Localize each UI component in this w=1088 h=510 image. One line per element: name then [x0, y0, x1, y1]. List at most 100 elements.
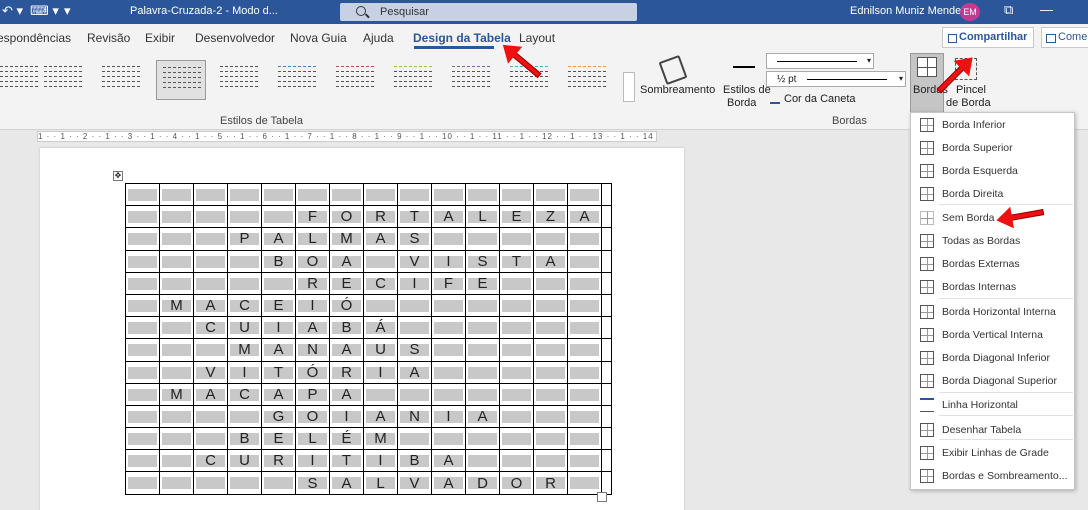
table-cell[interactable] — [567, 271, 602, 295]
table-cell[interactable]: R — [295, 271, 330, 295]
table-cell[interactable] — [159, 360, 194, 384]
table-cell[interactable] — [227, 249, 262, 273]
table-cell[interactable]: A — [193, 382, 228, 406]
table-cell[interactable] — [363, 293, 398, 318]
borders-menu-item[interactable]: Bordas Externas — [911, 253, 1074, 275]
table-cell[interactable]: A — [533, 249, 568, 273]
table-cell-end[interactable] — [601, 249, 612, 273]
table-cell[interactable]: I — [295, 293, 330, 318]
table-cell[interactable] — [193, 205, 228, 229]
table-cell[interactable]: R — [363, 205, 398, 229]
table-cell[interactable] — [533, 293, 568, 318]
table-cell[interactable]: C — [193, 316, 228, 340]
table-cell[interactable] — [363, 382, 398, 406]
borders-menu-item[interactable]: Borda Horizontal Interna — [911, 301, 1074, 323]
table-cell[interactable] — [567, 227, 602, 251]
table-cell[interactable]: I — [363, 449, 398, 473]
borders-menu-item[interactable]: Borda Direita — [911, 183, 1074, 205]
table-cell[interactable]: N — [397, 404, 432, 429]
table-cell[interactable] — [431, 382, 466, 406]
comments-button[interactable]: Come — [1041, 27, 1088, 48]
table-cell[interactable] — [431, 293, 466, 318]
share-button[interactable]: Compartilhar — [942, 27, 1034, 48]
table-cell[interactable]: I — [227, 360, 262, 384]
borders-menu-item[interactable]: Exibir Linhas de Grade — [911, 442, 1074, 464]
table-cell[interactable]: Á — [363, 316, 398, 340]
table-cell[interactable] — [125, 427, 160, 451]
table-cell[interactable]: M — [363, 427, 398, 451]
minimize-icon[interactable]: — — [1040, 2, 1053, 17]
table-cell[interactable] — [567, 249, 602, 273]
table-cell[interactable] — [125, 271, 160, 295]
table-cell[interactable]: A — [329, 382, 364, 406]
table-cell[interactable] — [397, 182, 432, 207]
table-cell[interactable] — [295, 182, 330, 207]
table-cell[interactable]: S — [465, 249, 500, 273]
table-cell[interactable]: É — [329, 427, 364, 451]
table-cell[interactable]: Z — [533, 205, 568, 229]
table-cell[interactable]: A — [329, 249, 364, 273]
table-cell[interactable] — [499, 182, 534, 207]
table-cell[interactable] — [159, 427, 194, 451]
borders-menu-item[interactable]: Borda Superior — [911, 137, 1074, 159]
table-style-thumb[interactable] — [562, 60, 612, 100]
table-move-handle-icon[interactable]: ✥ — [113, 171, 123, 181]
table-style-thumb[interactable] — [330, 60, 380, 100]
table-cell[interactable] — [193, 249, 228, 273]
table-style-thumb[interactable] — [96, 60, 146, 100]
table-cell[interactable]: N — [295, 338, 330, 362]
table-cell[interactable] — [125, 293, 160, 318]
table-cell[interactable]: R — [533, 471, 568, 495]
table-cell[interactable] — [533, 427, 568, 451]
table-cell[interactable] — [397, 382, 432, 406]
table-cell[interactable]: E — [465, 271, 500, 295]
table-cell[interactable] — [159, 404, 194, 429]
table-cell[interactable]: A — [261, 227, 296, 251]
touch-mode-button[interactable]: ⌨ ▾ — [30, 3, 59, 19]
tab-correspondencias[interactable]: espondências — [0, 31, 71, 45]
tab-design-da-tabela[interactable]: Design da Tabela — [413, 31, 511, 45]
table-cell[interactable]: A — [193, 293, 228, 318]
table-cell[interactable] — [465, 427, 500, 451]
table-cell[interactable] — [465, 382, 500, 406]
table-cell[interactable]: I — [431, 404, 466, 429]
table-cell[interactable]: A — [261, 382, 296, 406]
table-cell[interactable] — [499, 404, 534, 429]
table-cell[interactable] — [431, 427, 466, 451]
table-cell[interactable] — [465, 182, 500, 207]
table-cell[interactable] — [499, 316, 534, 340]
table-cell[interactable]: E — [261, 293, 296, 318]
table-cell[interactable]: A — [567, 205, 602, 229]
table-cell[interactable] — [125, 182, 160, 207]
table-cell[interactable]: E — [499, 205, 534, 229]
table-cell[interactable]: B — [329, 316, 364, 340]
tab-revisao[interactable]: Revisão — [87, 31, 130, 45]
table-cell[interactable]: A — [329, 471, 364, 495]
table-cell[interactable] — [533, 271, 568, 295]
table-cell[interactable]: C — [227, 293, 262, 318]
table-cell[interactable]: A — [397, 360, 432, 384]
line-weight-select[interactable]: ½ pt ▾ — [766, 71, 906, 87]
table-cell[interactable] — [567, 316, 602, 340]
table-cell[interactable] — [329, 182, 364, 207]
table-cell[interactable] — [499, 427, 534, 451]
table-cell[interactable] — [533, 227, 568, 251]
border-painter-label-2[interactable]: de Borda — [946, 97, 991, 109]
table-cell[interactable]: O — [295, 404, 330, 429]
table-cell[interactable]: B — [261, 249, 296, 273]
table-cell[interactable]: M — [159, 382, 194, 406]
table-cell[interactable]: F — [431, 271, 466, 295]
table-cell[interactable]: B — [397, 449, 432, 473]
table-cell-end[interactable] — [601, 404, 612, 429]
table-cell[interactable]: R — [329, 360, 364, 384]
borders-menu-item[interactable]: Todas as Bordas — [911, 230, 1074, 252]
borders-menu-item[interactable]: Borda Vertical Interna — [911, 324, 1074, 346]
avatar[interactable]: EM — [960, 3, 980, 21]
table-cell-end[interactable] — [601, 271, 612, 295]
table-cell[interactable] — [125, 205, 160, 229]
table-cell[interactable] — [533, 360, 568, 384]
table-cell[interactable]: D — [465, 471, 500, 495]
table-cell[interactable] — [227, 182, 262, 207]
table-cell[interactable]: Ó — [295, 360, 330, 384]
table-cell[interactable] — [397, 293, 432, 318]
